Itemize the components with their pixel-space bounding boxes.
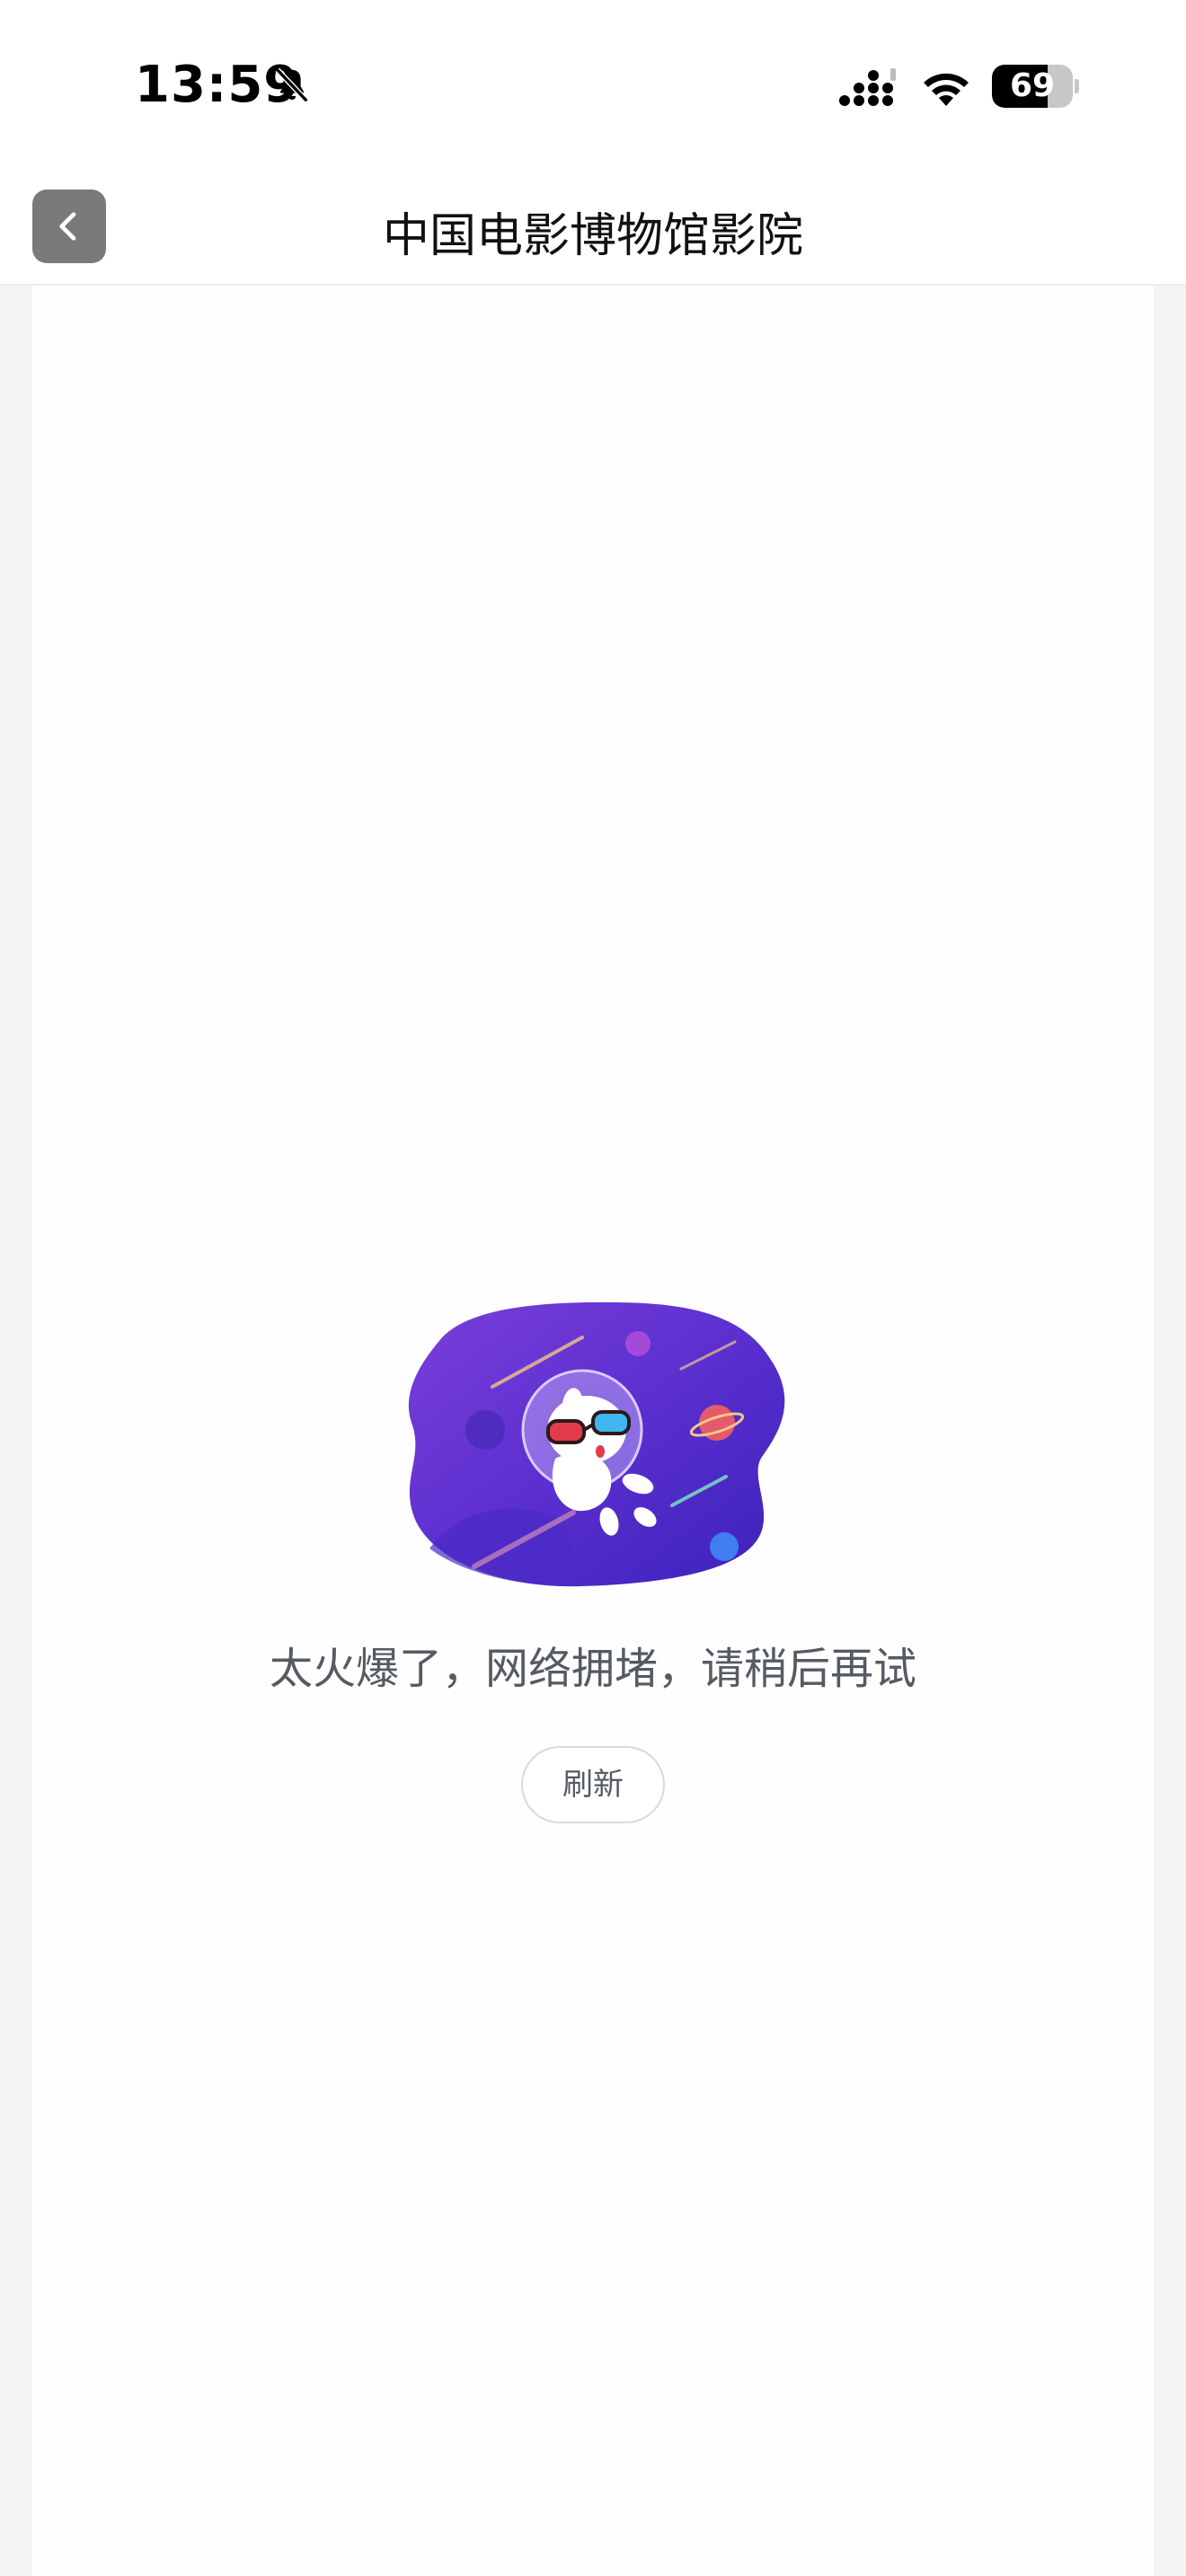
battery-icon: 69 xyxy=(992,65,1079,108)
app-screen: 13:59 69 中国电影博物馆影院 太火爆了，网络拥堵，请稍后再试 刷新 xyxy=(0,0,1186,2576)
error-message: 太火爆了，网络拥堵，请稍后再试 xyxy=(269,1644,916,1694)
status-bar: 13:59 69 xyxy=(0,0,1186,162)
bell-off-icon xyxy=(275,67,309,103)
back-button[interactable] xyxy=(32,190,106,263)
navigation-bar: 中国电影博物馆影院 xyxy=(0,162,1186,286)
refresh-button[interactable]: 刷新 xyxy=(521,1746,665,1823)
battery-cap xyxy=(1075,79,1079,93)
chevron-left-icon xyxy=(59,212,76,241)
battery-body: 69 xyxy=(992,65,1073,108)
astronaut-space-illustration xyxy=(408,1301,785,1587)
page-title: 中国电影博物馆影院 xyxy=(382,209,803,263)
content-area: 太火爆了，网络拥堵，请稍后再试 刷新 xyxy=(32,286,1154,2576)
signal-icon xyxy=(839,68,896,106)
wifi-icon xyxy=(924,73,969,106)
battery-level: 69 xyxy=(1009,67,1056,104)
